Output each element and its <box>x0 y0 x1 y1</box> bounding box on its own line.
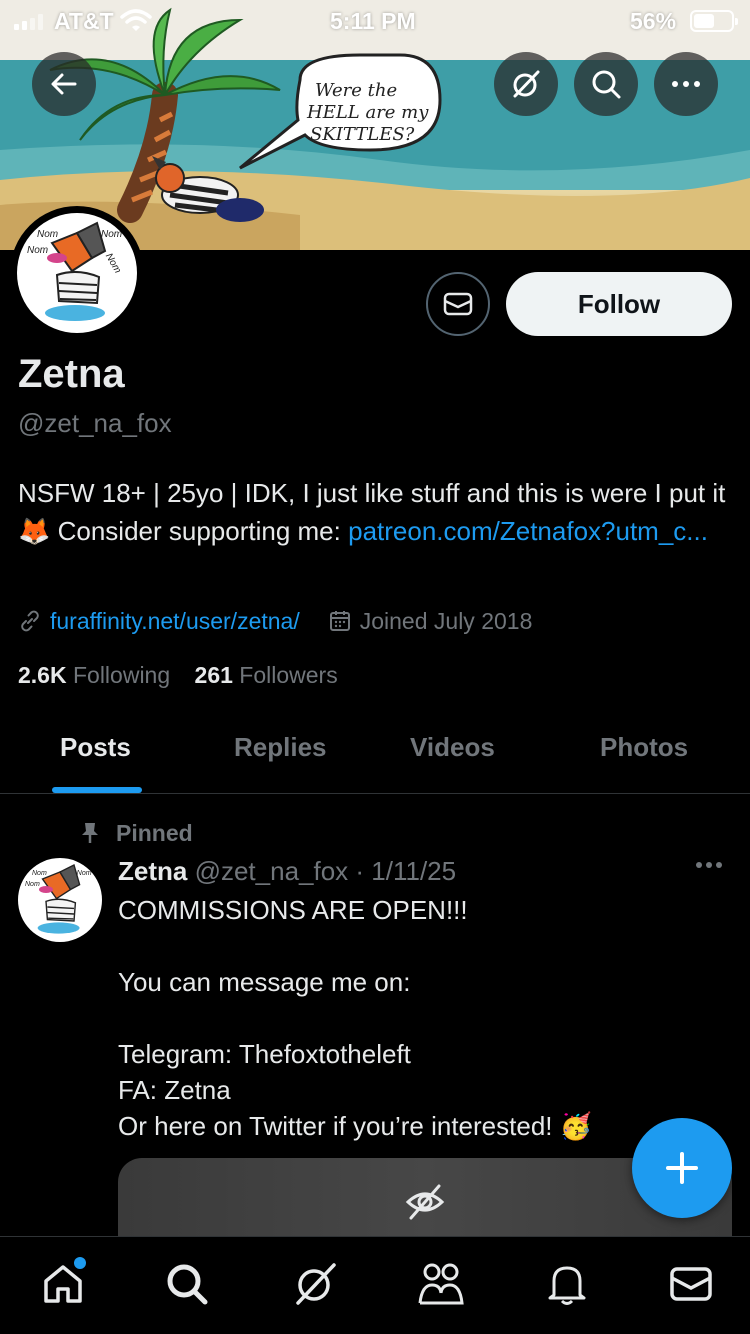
back-button[interactable] <box>32 52 96 116</box>
nav-home[interactable] <box>38 1257 88 1309</box>
bottom-navigation <box>0 1236 750 1334</box>
battery-icon <box>690 10 738 32</box>
more-icon <box>672 81 700 87</box>
pin-icon <box>80 821 100 845</box>
fox-avatar-illustration: Nom Nom Nom Nom <box>27 221 123 321</box>
envelope-icon <box>670 1267 712 1301</box>
pinned-indicator: Pinned <box>80 818 193 848</box>
tab-videos[interactable]: Videos <box>410 732 495 763</box>
post-author-avatar[interactable]: Nom Nom Nom <box>18 858 102 942</box>
profile-avatar[interactable]: Nom Nom Nom Nom <box>10 206 144 340</box>
search-icon <box>592 70 621 99</box>
joined-date: Joined July 2018 <box>328 607 533 635</box>
people-icon <box>418 1263 464 1305</box>
eye-slash-icon <box>405 1184 445 1220</box>
speech-line-2: HELL are my <box>306 102 429 123</box>
grok-icon <box>513 70 540 98</box>
fox-avatar-illustration: Nom Nom Nom <box>25 863 92 934</box>
website-link[interactable]: furaffinity.net/user/zetna/ <box>50 608 300 635</box>
wifi-icon <box>120 9 152 31</box>
followers-count: 261 <box>194 662 233 688</box>
display-name: Zetna <box>18 352 125 396</box>
nom-text-1: Nom <box>32 870 47 877</box>
nom-text-4: Nom <box>103 252 123 276</box>
bell-icon <box>548 1266 586 1305</box>
plus-icon <box>666 1152 698 1184</box>
post-handle-date: @zet_na_fox · 1/11/25 <box>194 856 457 886</box>
nav-notifications[interactable] <box>542 1259 592 1309</box>
nav-grok[interactable] <box>290 1259 340 1309</box>
nav-messages[interactable] <box>666 1259 716 1309</box>
back-arrow-icon <box>51 73 77 95</box>
battery-fill <box>694 14 714 28</box>
fox-emoji: 🦊 <box>18 516 51 546</box>
joined-label: Joined July 2018 <box>359 607 533 634</box>
nom-text-2: Nom <box>25 881 40 888</box>
envelope-icon <box>443 292 473 316</box>
followers-link[interactable]: 261 Followers <box>195 662 338 688</box>
nom-text-1: Nom <box>37 229 58 240</box>
follow-button[interactable]: Follow <box>506 272 732 336</box>
profile-handle: @zet_na_fox <box>18 408 172 438</box>
signal-icon <box>14 14 43 30</box>
active-tab-indicator <box>52 787 142 793</box>
post-text: COMMISSIONS ARE OPEN!!! You can message … <box>118 895 553 1141</box>
speech-line-3: SKITTLES? <box>310 124 415 145</box>
post-more-button[interactable] <box>696 862 722 868</box>
profile-meta: furaffinity.net/user/zetna/ Joined July … <box>18 604 532 638</box>
grok-icon <box>296 1263 336 1305</box>
carrier-label: AT&T <box>54 8 114 34</box>
tab-photos[interactable]: Photos <box>600 732 688 763</box>
post-body: COMMISSIONS ARE OPEN!!! You can message … <box>118 892 678 1144</box>
nom-text-3: Nom <box>101 229 122 240</box>
follow-counts: 2.6K Following 261 Followers <box>18 662 338 689</box>
grok-button[interactable] <box>494 52 558 116</box>
speech-line-1: Were the <box>315 80 397 101</box>
tab-posts[interactable]: Posts <box>60 732 131 763</box>
more-icon <box>696 862 702 868</box>
following-count: 2.6K <box>18 662 67 688</box>
clock: 5:11 PM <box>330 8 416 34</box>
pinned-label: Pinned <box>116 819 193 846</box>
following-label: Following <box>72 662 171 688</box>
followers-label: Followers <box>239 662 338 688</box>
profile-tabs: Posts Replies Videos Photos <box>0 712 750 794</box>
post-author-name[interactable]: Zetna <box>118 856 187 886</box>
calendar-icon <box>328 609 352 633</box>
post-header: Zetna @zet_na_fox · 1/11/25 <box>118 856 456 887</box>
nom-text-2: Nom <box>27 245 48 256</box>
nav-communities[interactable] <box>416 1259 466 1309</box>
nom-text-3: Nom <box>77 870 92 877</box>
link-icon <box>18 609 42 633</box>
message-button[interactable] <box>426 272 490 336</box>
tab-replies[interactable]: Replies <box>234 732 327 763</box>
search-icon <box>167 1264 208 1305</box>
bio-support-text: Consider supporting me: <box>57 516 341 546</box>
nav-search[interactable] <box>162 1259 212 1309</box>
search-button[interactable] <box>574 52 638 116</box>
avatar-image: Nom Nom Nom Nom <box>17 213 137 333</box>
battery-percent: 56% <box>630 8 677 34</box>
patreon-link[interactable]: patreon.com/Zetnafox?utm_c... <box>348 516 708 546</box>
bio-text: NSFW 18+ | 25yo | IDK, I just like stuff… <box>18 478 726 508</box>
compose-button[interactable] <box>632 1118 732 1218</box>
notification-dot <box>74 1257 86 1269</box>
following-link[interactable]: 2.6K Following <box>18 662 170 688</box>
status-bar: AT&T 5:11 PM 56% <box>0 0 750 42</box>
party-emoji: 🥳 <box>559 1111 593 1141</box>
profile-bio: NSFW 18+ | 25yo | IDK, I just like stuff… <box>18 474 730 550</box>
more-button[interactable] <box>654 52 718 116</box>
